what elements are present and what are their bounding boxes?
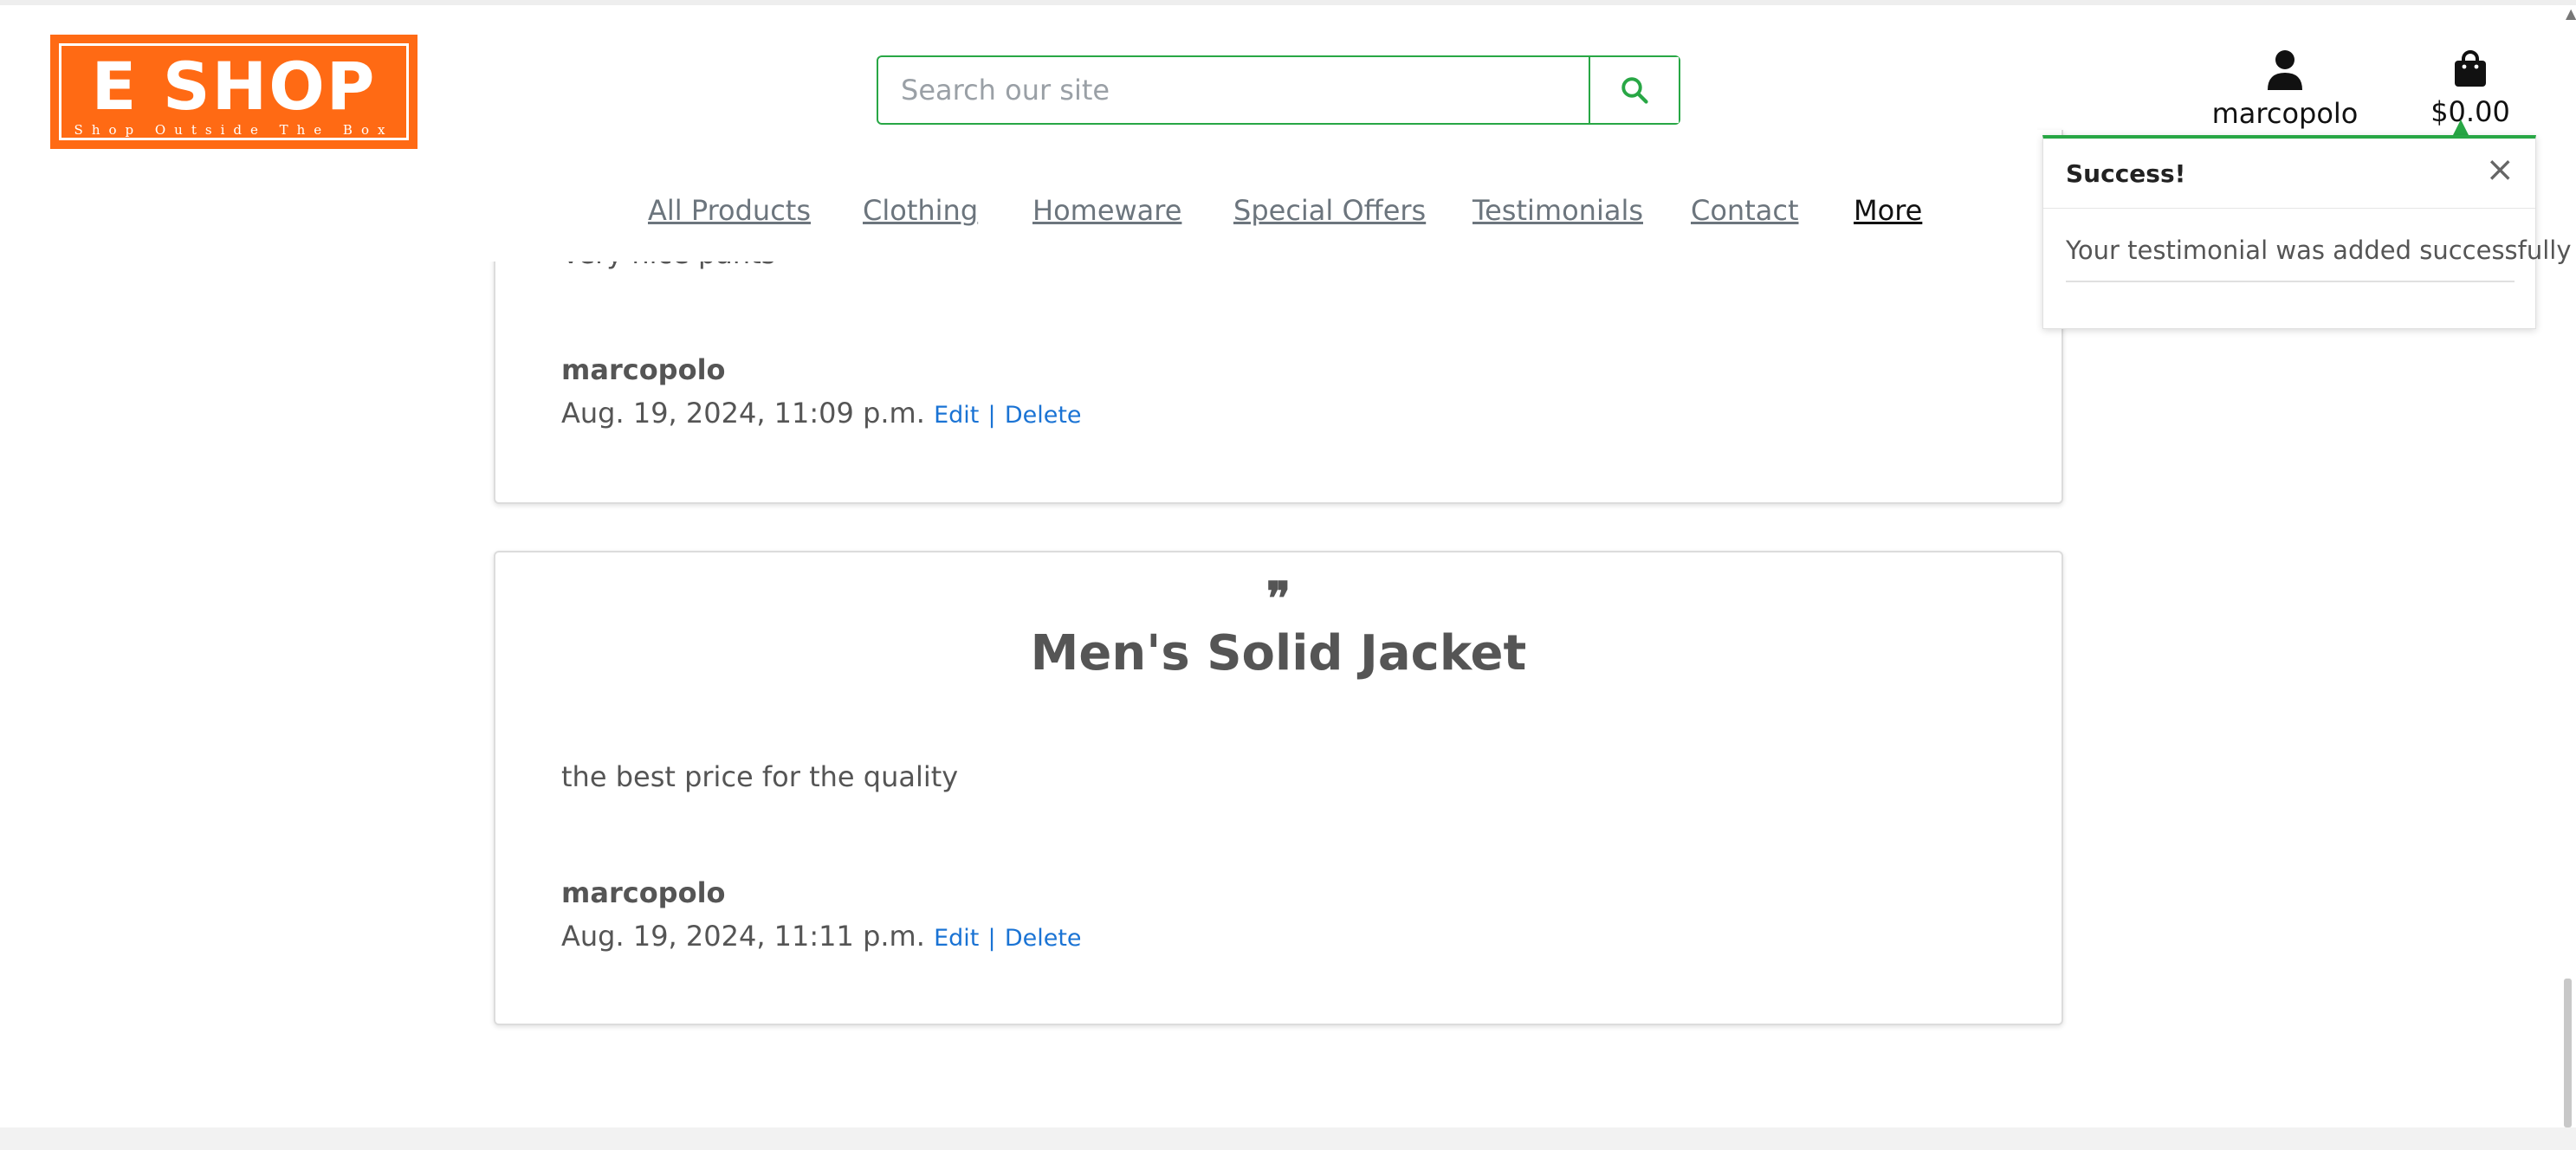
account-menu[interactable]: marcopolo [2209, 48, 2361, 130]
testimonial-date: Aug. 19, 2024, 11:11 p.m. [561, 920, 925, 953]
testimonial-title: Men's Solid Jacket [1030, 625, 1527, 682]
testimonial-author: marcopolo [561, 876, 726, 909]
toast-arrow [2453, 120, 2469, 135]
search-form [877, 55, 1680, 125]
scrollbar-thumb[interactable] [2564, 979, 2572, 1127]
main-nav: All Products Clothing Homeware Special O… [0, 194, 2037, 242]
link-separator: | [987, 402, 996, 429]
nav-testimonials[interactable]: Testimonials [1472, 194, 1643, 227]
link-separator: | [987, 925, 996, 952]
shopping-bag[interactable]: $0.00 [2418, 48, 2522, 128]
edit-link[interactable]: Edit [934, 925, 979, 952]
testimonial-author: marcopolo [561, 353, 726, 386]
nav-all-products[interactable]: All Products [648, 194, 811, 227]
shopping-bag-icon [2455, 50, 2486, 87]
toast-title: Success! [2066, 159, 2186, 188]
quote-icon: ❞ [1266, 572, 1291, 625]
testimonial-card: ❞ Men's Solid Jacket the best price for … [494, 551, 2063, 1025]
logo-frame: E SHOP Shop Outside The Box [59, 43, 409, 140]
nav-contact[interactable]: Contact [1691, 194, 1799, 227]
delete-link[interactable]: Delete [1005, 402, 1082, 429]
testimonial-date: Aug. 19, 2024, 11:09 p.m. [561, 397, 925, 430]
toast-divider [2043, 208, 2535, 209]
account-label: marcopolo [2211, 97, 2359, 130]
search-button[interactable] [1589, 57, 1679, 123]
footer-strip [0, 1127, 2576, 1150]
search-icon [1621, 77, 1648, 104]
success-toast: Success! × Your testimonial was added su… [2042, 135, 2572, 329]
logo-text: E SHOP [91, 48, 377, 125]
logo-tagline: Shop Outside The Box [74, 122, 394, 138]
search-input[interactable] [878, 57, 1590, 123]
toast-progress [2066, 281, 2515, 282]
delete-link[interactable]: Delete [1005, 925, 1082, 952]
logo[interactable]: E SHOP Shop Outside The Box [50, 35, 417, 149]
close-icon[interactable]: × [2485, 151, 2515, 189]
toast-message: Your testimonial was added successfully [2066, 236, 2572, 265]
nav-more[interactable]: More [1854, 194, 1922, 227]
scroll-up-icon[interactable]: ▲ [2566, 5, 2576, 22]
site-header: E SHOP Shop Outside The Box marcopolo $0… [0, 5, 2510, 262]
nav-homeware[interactable]: Homeware [1032, 194, 1181, 227]
user-icon [2268, 50, 2302, 90]
testimonial-meta: Aug. 19, 2024, 11:09 p.m. Edit | Delete [561, 397, 1082, 430]
nav-special-offers[interactable]: Special Offers [1233, 194, 1426, 227]
nav-clothing[interactable]: Clothing [863, 194, 978, 227]
edit-link[interactable]: Edit [934, 402, 979, 429]
testimonial-body: the best price for the quality [561, 760, 959, 793]
bag-total: $0.00 [2430, 95, 2510, 128]
testimonial-meta: Aug. 19, 2024, 11:11 p.m. Edit | Delete [561, 920, 1082, 953]
